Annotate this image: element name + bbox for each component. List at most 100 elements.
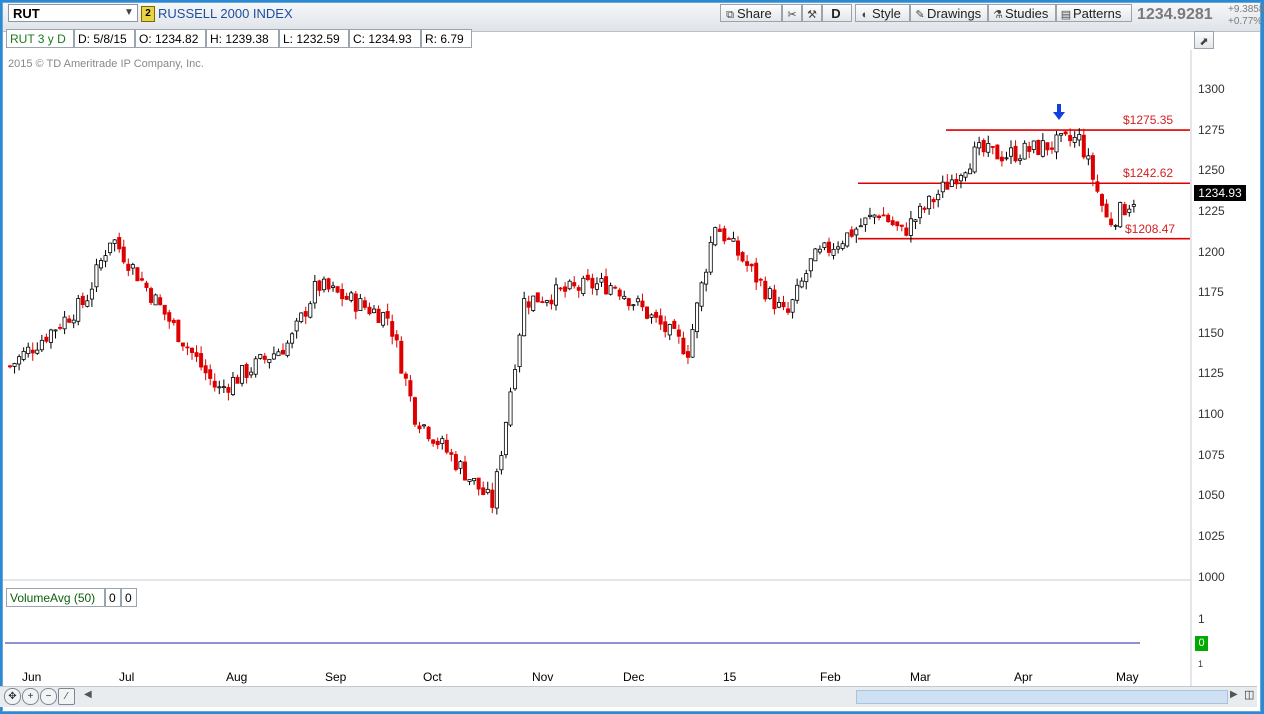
candle-body bbox=[731, 238, 736, 242]
candle-body bbox=[1090, 155, 1095, 180]
candle-body bbox=[458, 461, 463, 469]
draw-tool-icon[interactable]: ⁄ bbox=[58, 688, 75, 705]
candle-body bbox=[212, 380, 217, 388]
candle-body bbox=[335, 286, 340, 293]
candle-body bbox=[931, 199, 936, 203]
candle-body bbox=[558, 287, 563, 290]
candle-body bbox=[922, 207, 927, 210]
candle-body bbox=[549, 299, 554, 305]
candle-body bbox=[685, 351, 690, 358]
candle-body bbox=[485, 488, 490, 494]
volume-study-label[interactable]: VolumeAvg (50) bbox=[6, 588, 105, 607]
pan-icon[interactable]: ✥ bbox=[4, 688, 21, 705]
candle-body bbox=[1104, 203, 1109, 218]
candle-body bbox=[813, 248, 818, 262]
y-tick-label: 1025 bbox=[1198, 528, 1225, 543]
candle-body bbox=[631, 304, 636, 307]
candle-body bbox=[331, 285, 336, 288]
candle-body bbox=[1072, 137, 1077, 143]
candle-body bbox=[135, 267, 140, 282]
candle-body bbox=[949, 179, 954, 187]
candle-body bbox=[699, 282, 704, 307]
candle-body bbox=[581, 277, 586, 294]
scrollbar-thumb[interactable] bbox=[856, 690, 1228, 704]
candle-body bbox=[94, 264, 99, 288]
candle-body bbox=[522, 298, 527, 337]
candle-body bbox=[403, 373, 408, 379]
scroll-left-icon[interactable]: ◀ bbox=[84, 689, 92, 700]
candle-body bbox=[321, 278, 326, 291]
candle-body bbox=[804, 273, 809, 283]
candle-body bbox=[399, 340, 404, 374]
candle-body bbox=[858, 225, 863, 228]
candle-body bbox=[613, 286, 618, 289]
candle-body bbox=[139, 278, 144, 281]
zoom-in-icon[interactable]: + bbox=[22, 688, 39, 705]
candle-body bbox=[144, 282, 149, 288]
y-tick-label: 1250 bbox=[1198, 163, 1225, 178]
candle-body bbox=[676, 329, 681, 337]
candle-body bbox=[1036, 139, 1041, 156]
x-tick-label: Oct bbox=[423, 670, 442, 684]
x-tick-label: Aug bbox=[226, 670, 248, 684]
level-label: $1275.35 bbox=[1123, 113, 1174, 128]
candle-body bbox=[376, 308, 381, 323]
candle-body bbox=[340, 289, 345, 300]
zoom-out-icon[interactable]: − bbox=[40, 688, 57, 705]
x-tick-label: May bbox=[1116, 670, 1139, 684]
candle-body bbox=[604, 276, 609, 295]
candle-body bbox=[171, 319, 176, 324]
candle-body bbox=[71, 319, 76, 324]
candle-body bbox=[599, 278, 604, 283]
scroll-right-icon[interactable]: ▶ bbox=[1230, 689, 1238, 700]
candle-body bbox=[426, 426, 431, 440]
candle-body bbox=[262, 355, 267, 360]
level-label: $1208.47 bbox=[1125, 221, 1176, 236]
candle-body bbox=[503, 421, 508, 456]
candle-body bbox=[176, 319, 181, 343]
candle-body bbox=[26, 346, 31, 355]
candle-body bbox=[972, 146, 977, 173]
candle-body bbox=[362, 300, 367, 308]
candle-body bbox=[945, 181, 950, 190]
candle-body bbox=[39, 339, 44, 351]
candle-body bbox=[854, 228, 859, 236]
expand-icon[interactable]: ◫ bbox=[1244, 688, 1254, 701]
candle-body bbox=[1040, 140, 1045, 157]
candle-body bbox=[958, 174, 963, 182]
candle-body bbox=[795, 284, 800, 301]
candle-body bbox=[531, 295, 536, 311]
candle-body bbox=[203, 365, 208, 374]
candle-body bbox=[394, 334, 399, 341]
candle-body bbox=[690, 329, 695, 358]
candle-body bbox=[745, 261, 750, 266]
candle-body bbox=[1004, 157, 1009, 160]
candle-body bbox=[717, 228, 722, 232]
candle-body bbox=[1109, 218, 1114, 226]
candle-body bbox=[158, 297, 163, 306]
candle-body bbox=[649, 314, 654, 318]
volume-badge: 0 bbox=[1195, 636, 1208, 651]
candle-body bbox=[776, 302, 781, 308]
candle-body bbox=[499, 455, 504, 471]
candle-body bbox=[517, 334, 522, 367]
candle-body bbox=[704, 271, 709, 285]
candle-body bbox=[1054, 134, 1059, 153]
candle-body bbox=[476, 477, 481, 490]
candle-body bbox=[913, 219, 918, 222]
candle-body bbox=[1100, 194, 1105, 206]
candle-body bbox=[672, 320, 677, 329]
candle-body bbox=[722, 228, 727, 242]
candle-body bbox=[563, 286, 568, 292]
candle-body bbox=[640, 300, 645, 308]
candle-body bbox=[290, 333, 295, 344]
candle-body bbox=[494, 471, 499, 509]
candle-body bbox=[481, 487, 486, 495]
candle-body bbox=[658, 315, 663, 325]
candle-body bbox=[918, 205, 923, 219]
candle-body bbox=[663, 321, 668, 333]
candle-body bbox=[53, 329, 58, 332]
candle-body bbox=[872, 214, 877, 218]
candle-body bbox=[736, 240, 741, 256]
candle-body bbox=[180, 342, 185, 347]
